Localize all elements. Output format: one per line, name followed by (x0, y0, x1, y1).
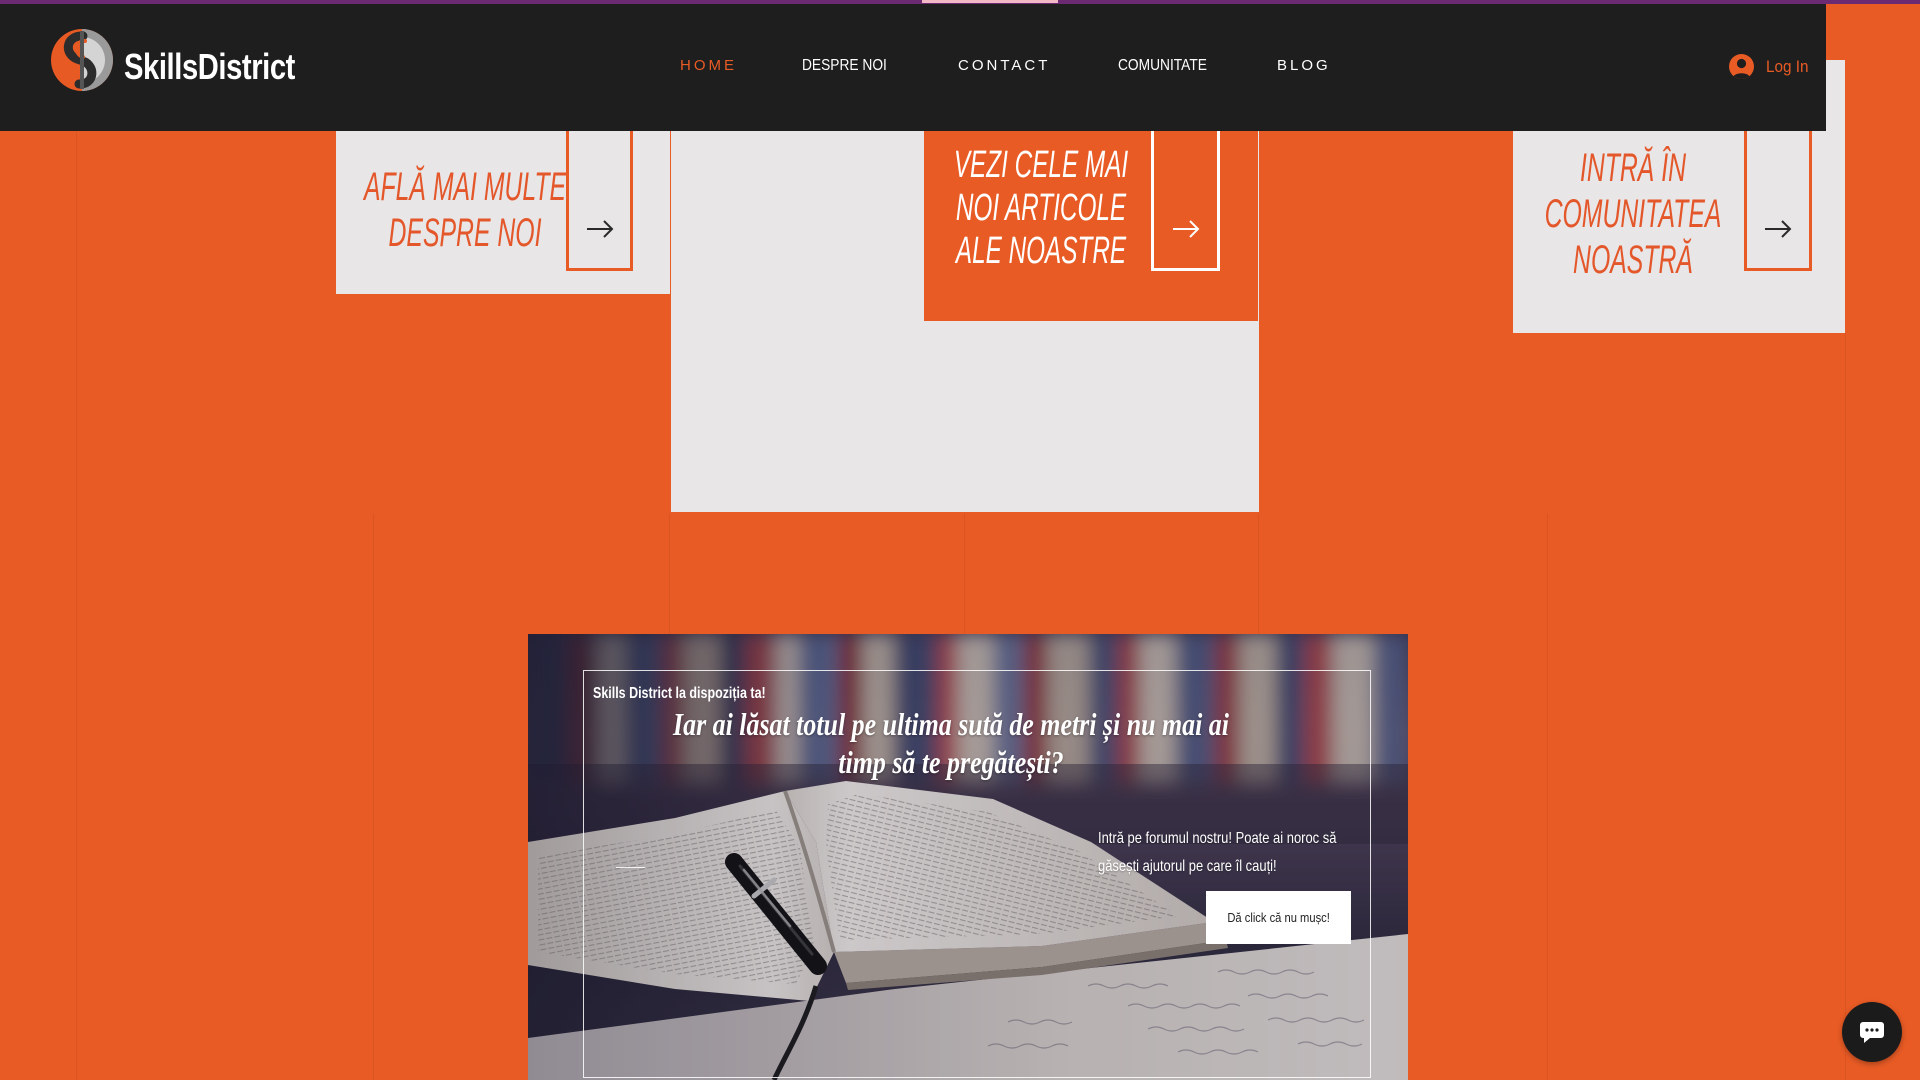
grid-line (1547, 514, 1548, 1080)
card-text-line: VEZI CELE MAI (953, 144, 1129, 186)
banner-divider (616, 867, 645, 868)
skillsdistrict-logo-icon (49, 27, 115, 93)
banner-heading: Iar ai lăsat totul pe ultima sută de met… (528, 705, 1374, 781)
card-text-line: COMUNITATEA (1544, 192, 1722, 236)
card-text-line: INTRĂ ÎN (1579, 146, 1687, 190)
top-accent-bar (0, 0, 1920, 4)
banner-text: Intră pe forumul nostru! Poate ai noroc … (1098, 825, 1392, 881)
chat-button[interactable] (1842, 1002, 1902, 1062)
card-text-line: NOI ARTICOLE (955, 187, 1127, 229)
nav-item-home[interactable]: HOME (680, 56, 737, 76)
banner-text-line: găsești ajutorul pe care îl cauți! (1098, 858, 1277, 875)
arrow-right-icon (585, 219, 615, 239)
site-logo-link[interactable]: SkillsDistrict (0, 4, 320, 131)
banner-text-line: Intră pe forumul nostru! Poate ai noroc … (1098, 830, 1337, 847)
grid-line (1845, 333, 1846, 1080)
banner-eyebrow: Skills District la dispoziția ta! (593, 685, 766, 702)
user-icon (1729, 54, 1754, 79)
brand-name: SkillsDistrict (124, 46, 295, 87)
card-text-line: NOASTRĂ (1573, 238, 1693, 282)
grid-line (76, 131, 77, 1080)
nav-item-blog[interactable]: BLOG (1277, 56, 1331, 76)
card-text-line: ALE NOASTRE (955, 230, 1127, 272)
login-label: Log In (1766, 57, 1809, 76)
forum-cta-button[interactable]: Dă click că nu mușc! (1206, 891, 1351, 944)
banner-heading-line: timp să te pregătești? (838, 744, 1064, 780)
card-text-line: AFLĂ MAI MULTE (363, 165, 567, 209)
banner-heading-line: Iar ai lăsat totul pe ultima sută de met… (673, 706, 1229, 742)
nav-item-contact[interactable]: CONTACT (958, 56, 1050, 76)
nav-item-despre-noi[interactable]: DESPRE NOI (802, 56, 887, 76)
forum-banner: Skills District la dispoziția ta! Iar ai… (528, 634, 1408, 1080)
grid-line (373, 514, 374, 1080)
arrow-right-icon (1171, 219, 1201, 239)
card-text-line: DESPRE NOI (388, 211, 542, 255)
login-button[interactable]: Log In (1726, 48, 1822, 88)
forum-cta-label: Dă click că nu mușc! (1227, 910, 1330, 925)
site-header: SkillsDistrict HOME DESPRE NOI CONTACT C… (0, 4, 1826, 131)
nav-item-comunitate[interactable]: COMUNITATE (1118, 56, 1207, 76)
chat-bubble-icon (1859, 1020, 1885, 1044)
active-page-indicator (922, 0, 1058, 3)
arrow-right-icon (1763, 219, 1793, 239)
